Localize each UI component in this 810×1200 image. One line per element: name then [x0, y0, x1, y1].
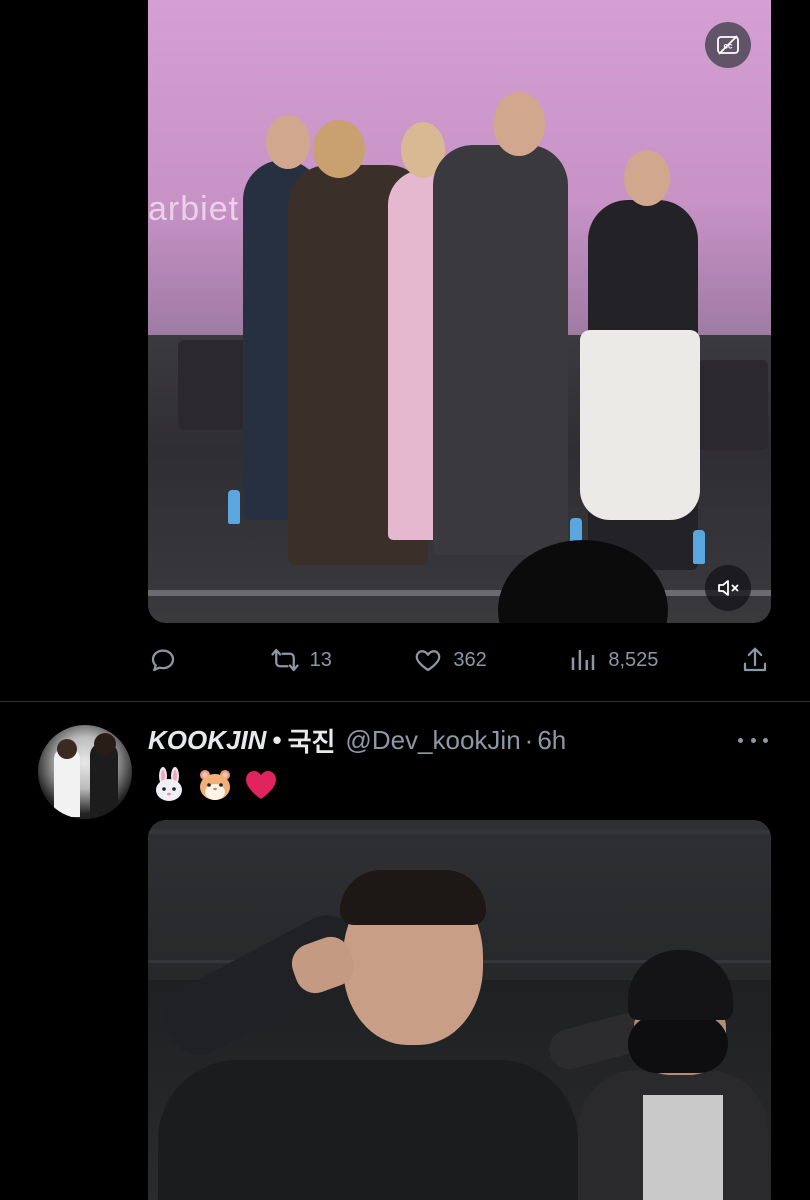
time-separator: · — [524, 724, 534, 755]
wall-line — [148, 830, 771, 834]
person-head — [313, 120, 365, 178]
like-button[interactable]: 362 — [413, 645, 487, 675]
heart-icon — [416, 650, 441, 672]
person-head — [624, 150, 670, 206]
timeline-feed: arbiet cc — [0, 0, 810, 1200]
views-button[interactable]: 8,525 — [568, 645, 658, 675]
name-separator: • — [272, 724, 282, 755]
person-left — [158, 1060, 578, 1200]
tweet-divider — [0, 701, 810, 702]
more-icon — [750, 737, 756, 743]
tweet-text — [150, 765, 280, 805]
reply-icon — [151, 649, 175, 672]
rabbit-face-icon — [150, 766, 188, 804]
share-icon — [743, 647, 767, 672]
reply-button[interactable] — [148, 645, 188, 675]
face-mask — [628, 1015, 728, 1073]
mute-toggle-button[interactable] — [705, 565, 751, 611]
more-icon — [763, 737, 768, 743]
water-bottle — [228, 490, 240, 524]
red-heart-icon — [242, 766, 280, 804]
avatar-head — [94, 733, 116, 755]
timestamp[interactable]: 6h — [537, 725, 566, 756]
retweet-count: 13 — [309, 648, 332, 671]
closed-captions-button[interactable]: cc — [705, 22, 751, 68]
person-left-hair — [340, 870, 486, 925]
tweet-video-2[interactable] — [148, 820, 771, 1200]
display-name[interactable]: KOOKJIN — [148, 725, 266, 756]
avatar-head — [57, 739, 77, 759]
person-head — [493, 92, 545, 156]
like-count: 362 — [453, 648, 487, 671]
stage-edge — [148, 590, 771, 596]
tweet-header: KOOKJIN • 국진 @Dev_kookJin · 6h — [148, 722, 566, 758]
retweet-button[interactable]: 13 — [270, 645, 332, 675]
water-bottle — [693, 530, 705, 564]
avatar[interactable] — [38, 725, 132, 819]
backdrop-text: arbiet — [148, 190, 240, 228]
bar-chart-icon — [572, 650, 595, 670]
tweet-action-bar: 13 362 8,525 — [148, 640, 770, 680]
hamster-face-icon — [196, 766, 234, 804]
views-count: 8,525 — [608, 648, 659, 671]
more-icon — [738, 737, 743, 743]
closed-captions-icon: cc — [717, 35, 739, 55]
white-skirt — [580, 330, 700, 520]
user-handle[interactable]: @Dev_kookJin — [345, 725, 520, 756]
person-head — [266, 115, 310, 169]
person-4 — [433, 145, 568, 555]
speaker-muted-icon — [718, 580, 739, 596]
tweet-video-1[interactable]: arbiet cc — [148, 0, 771, 623]
chair — [698, 360, 768, 450]
retweet-icon — [270, 648, 299, 672]
person-right-shirt — [643, 1095, 723, 1200]
korean-name[interactable]: 국진 — [288, 722, 336, 759]
share-button[interactable] — [740, 645, 770, 675]
more-options-button[interactable] — [738, 728, 768, 752]
